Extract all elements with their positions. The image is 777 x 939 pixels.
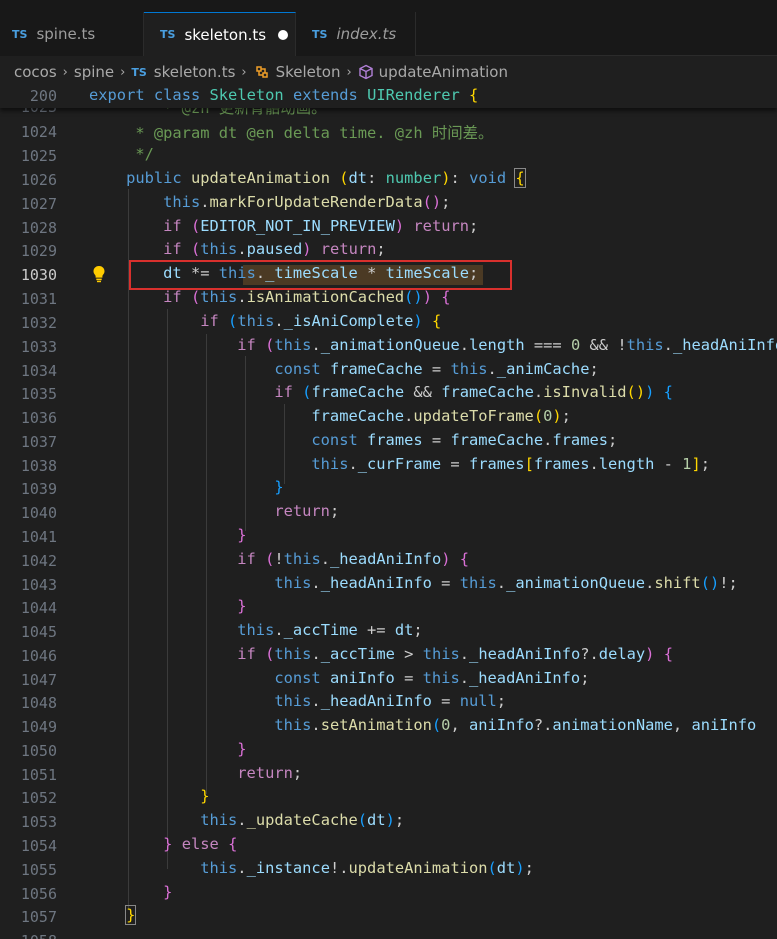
unsaved-dot-icon[interactable] bbox=[278, 29, 289, 40]
sticky-scroll-header[interactable]: 200 export class Skeleton extends UIRend… bbox=[0, 84, 777, 108]
code-line-1024: * @param dt @en delta time. @zh 时间差。 bbox=[135, 124, 494, 142]
code-line-1028: if (EDITOR_NOT_IN_PREVIEW) return; bbox=[163, 217, 479, 235]
code-line-1034: const frameCache = this._animCache; bbox=[274, 360, 599, 378]
code-line-1040: return; bbox=[274, 502, 340, 520]
line-number: 1033 bbox=[20, 338, 57, 356]
line-number: 1034 bbox=[20, 362, 57, 380]
line-number: 1027 bbox=[20, 195, 57, 213]
code-line-1046: if (this._accTime > this._headAniInfo?.d… bbox=[237, 645, 673, 663]
line-number: 1045 bbox=[20, 623, 57, 641]
code-line-1039: } bbox=[274, 478, 284, 496]
line-number: 1028 bbox=[20, 219, 57, 237]
line-number: 1040 bbox=[20, 504, 57, 522]
editor-tab-bar: TS spine.ts TS skeleton.ts TS index.ts bbox=[0, 0, 777, 56]
tab-spine-ts[interactable]: TS spine.ts bbox=[0, 12, 144, 56]
code-line-1042: if (!this._headAniInfo) { bbox=[237, 550, 470, 568]
sticky-code-line: export class Skeleton extends UIRenderer… bbox=[89, 86, 479, 104]
breadcrumb-folder-spine[interactable]: spine bbox=[74, 63, 114, 81]
breadcrumb: cocos › spine › TS skeleton.ts › Skeleto… bbox=[0, 60, 777, 84]
line-number: 1046 bbox=[20, 647, 57, 665]
line-number: 1044 bbox=[20, 599, 57, 617]
line-number: 1057 bbox=[20, 908, 57, 926]
code-line-1053: this._updateCache(dt); bbox=[200, 811, 405, 829]
line-number: 1041 bbox=[20, 528, 57, 546]
code-line-1027: this.markForUpdateRenderData(); bbox=[163, 193, 451, 211]
code-line-1050: } bbox=[237, 740, 247, 758]
line-number: 1038 bbox=[20, 457, 57, 475]
code-line-1036: frameCache.updateToFrame(0); bbox=[311, 407, 571, 425]
line-number: 1051 bbox=[20, 766, 57, 784]
line-number: 1036 bbox=[20, 409, 57, 427]
line-number: 1048 bbox=[20, 694, 57, 712]
code-line-1051: return; bbox=[237, 764, 303, 782]
line-number: 1032 bbox=[20, 314, 57, 332]
typescript-file-icon: TS bbox=[312, 27, 328, 41]
line-number: 1054 bbox=[20, 837, 57, 855]
code-line-1047: const aniInfo = this._headAniInfo; bbox=[274, 669, 590, 687]
code-line-1038: this._curFrame = frames[frames.length - … bbox=[311, 455, 711, 473]
line-number: 1024 bbox=[20, 123, 57, 141]
line-number: 1026 bbox=[20, 171, 57, 189]
line-number: 1056 bbox=[20, 885, 57, 903]
code-line-1031: if (this.isAnimationCached()) { bbox=[163, 288, 451, 306]
code-line-1029: if (this.paused) return; bbox=[163, 240, 386, 258]
typescript-file-icon: TS bbox=[160, 28, 176, 41]
code-line-1032: if (this._isAniComplete) { bbox=[200, 312, 442, 330]
line-number: 1050 bbox=[20, 742, 57, 760]
line-number: 1053 bbox=[20, 813, 57, 831]
code-line-1025: */ bbox=[135, 145, 154, 163]
breadcrumb-folder-cocos[interactable]: cocos bbox=[14, 63, 57, 81]
breadcrumb-method[interactable]: updateAnimation bbox=[379, 63, 508, 81]
line-number: 1035 bbox=[20, 385, 57, 403]
code-line-1054: } else { bbox=[163, 835, 238, 853]
code-line-1049: this.setAnimation(0, aniInfo?.animationN… bbox=[274, 716, 757, 734]
typescript-file-icon: TS bbox=[131, 65, 147, 79]
chevron-right-icon: › bbox=[120, 64, 126, 80]
line-number: 1042 bbox=[20, 552, 57, 570]
highlight-box bbox=[129, 260, 512, 290]
code-line-1037: const frames = frameCache.frames; bbox=[311, 431, 618, 449]
tab-skeleton-ts[interactable]: TS skeleton.ts bbox=[144, 12, 296, 56]
code-line-1052: } bbox=[200, 787, 210, 805]
code-line-1057: } bbox=[125, 905, 137, 925]
code-line-1043: this._headAniInfo = this._animationQueue… bbox=[274, 574, 738, 592]
line-number: 1025 bbox=[20, 147, 57, 165]
breadcrumb-file[interactable]: skeleton.ts bbox=[154, 63, 236, 81]
code-line-1045: this._accTime += dt; bbox=[237, 621, 423, 639]
line-number: 1049 bbox=[20, 718, 57, 736]
breadcrumb-class[interactable]: Skeleton bbox=[276, 63, 341, 81]
line-number: 1058 bbox=[0, 932, 57, 939]
tab-label: spine.ts bbox=[36, 25, 96, 43]
typescript-file-icon: TS bbox=[12, 27, 28, 41]
line-number: 1039 bbox=[20, 480, 57, 498]
line-number: 200 bbox=[29, 87, 57, 105]
code-line-1055: this._instance!.updateAnimation(dt); bbox=[200, 859, 534, 877]
chevron-right-icon: › bbox=[241, 64, 247, 80]
line-number: 1031 bbox=[20, 290, 57, 308]
chevron-right-icon: › bbox=[62, 64, 68, 80]
code-line-1033: if (this._animationQueue.length === 0 &&… bbox=[237, 336, 777, 354]
line-number: 1043 bbox=[20, 576, 57, 594]
line-number: 1029 bbox=[20, 242, 57, 260]
line-number: 1052 bbox=[20, 789, 57, 807]
tab-index-ts[interactable]: TS index.ts bbox=[296, 12, 416, 56]
tab-label: index.ts bbox=[336, 25, 397, 43]
tab-label: skeleton.ts bbox=[184, 25, 267, 44]
line-number: 1030 bbox=[20, 266, 57, 284]
line-number: 1055 bbox=[20, 861, 57, 879]
line-number: 1047 bbox=[20, 671, 57, 689]
code-line-1056: } bbox=[163, 883, 173, 901]
code-line-1035: if (frameCache && frameCache.isInvalid()… bbox=[274, 383, 673, 401]
code-line-1048: this._headAniInfo = null; bbox=[274, 692, 507, 710]
code-editor[interactable]: 200 export class Skeleton extends UIRend… bbox=[0, 84, 777, 939]
code-line-1044: } bbox=[237, 597, 247, 615]
chevron-right-icon: › bbox=[346, 64, 352, 80]
method-symbol-icon bbox=[358, 64, 374, 80]
code-line-1026: public updateAnimation (dt: number): voi… bbox=[126, 168, 526, 188]
class-symbol-icon bbox=[253, 64, 271, 80]
line-number: 1037 bbox=[20, 433, 57, 451]
code-line-1041: } bbox=[237, 526, 247, 544]
